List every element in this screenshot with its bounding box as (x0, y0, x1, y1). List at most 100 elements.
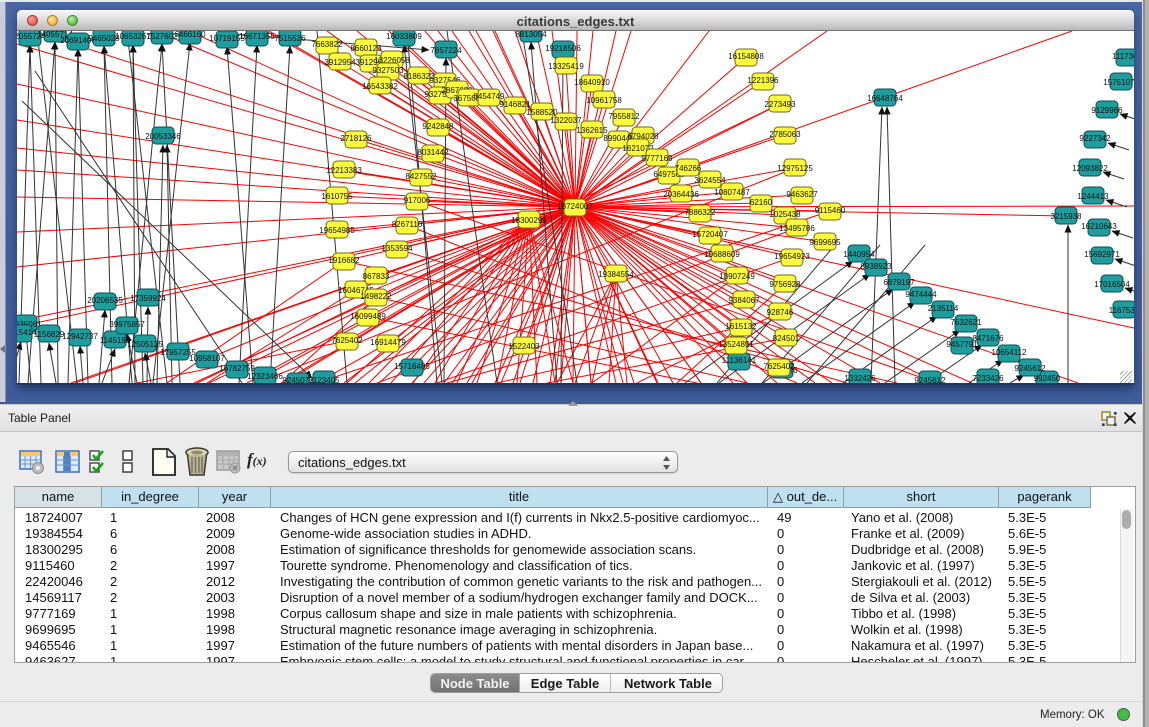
svg-text:19218506: 19218506 (545, 44, 581, 53)
svg-text:1353594: 1353594 (381, 244, 413, 253)
svg-text:19384554: 19384554 (598, 270, 634, 279)
svg-text:2273493: 2273493 (764, 100, 796, 109)
svg-text:1498222: 1498222 (360, 292, 392, 301)
svg-text:1145193: 1145193 (100, 336, 131, 345)
svg-text:1527602: 1527602 (146, 32, 178, 41)
svg-text:7625402: 7625402 (331, 336, 363, 345)
svg-text:12093822: 12093822 (1072, 164, 1108, 173)
svg-text:18640910: 18640910 (574, 78, 610, 87)
svg-text:8267110: 8267110 (392, 220, 423, 229)
svg-text:10807487: 10807487 (714, 188, 750, 197)
svg-text:9245612: 9245612 (914, 376, 946, 383)
svg-text:12975125: 12975125 (777, 164, 813, 173)
svg-text:12505135: 12505135 (127, 340, 163, 349)
svg-text:16099489: 16099489 (350, 312, 386, 321)
svg-text:11136141: 11136141 (722, 356, 757, 365)
svg-text:12942737: 12942737 (62, 332, 98, 341)
svg-text:746266: 746266 (675, 164, 702, 173)
svg-text:9227342: 9227342 (1079, 134, 1111, 143)
svg-text:1221396: 1221396 (747, 76, 779, 85)
svg-text:62160: 62160 (750, 198, 773, 207)
svg-text:1440954: 1440954 (843, 250, 875, 259)
svg-text:7663822: 7663822 (311, 40, 343, 49)
svg-text:9115460: 9115460 (815, 206, 846, 215)
svg-text:1156829: 1156829 (34, 330, 65, 339)
svg-text:7233426: 7233426 (972, 374, 1004, 383)
svg-text:1117304: 1117304 (1112, 52, 1134, 61)
svg-text:1610755: 1610755 (321, 192, 353, 201)
svg-text:16154808: 16154808 (728, 52, 764, 61)
svg-text:20206535: 20206535 (87, 296, 123, 305)
svg-text:9463627: 9463627 (786, 190, 818, 199)
svg-text:7857224: 7857224 (430, 46, 462, 55)
svg-text:16648764: 16648764 (867, 94, 903, 103)
svg-text:16543382: 16543382 (362, 82, 398, 91)
svg-text:20364436: 20364436 (663, 190, 699, 199)
svg-text:1322037: 1322037 (550, 116, 582, 125)
svg-text:1244413: 1244413 (1077, 192, 1109, 201)
svg-text:12323466: 12323466 (247, 372, 283, 381)
svg-text:15720407: 15720407 (692, 230, 728, 239)
svg-text:2785063: 2785063 (769, 130, 801, 139)
svg-text:7515526: 7515526 (274, 34, 306, 43)
svg-text:18300295: 18300295 (511, 216, 547, 225)
svg-text:18724007: 18724007 (557, 202, 593, 211)
svg-text:1916682: 1916682 (328, 256, 360, 265)
svg-text:8427552: 8427552 (405, 172, 437, 181)
svg-text:6879197: 6879197 (883, 278, 915, 287)
svg-text:16671355: 16671355 (239, 32, 275, 41)
svg-text:16033809: 16033809 (386, 32, 422, 41)
svg-text:8471676: 8471676 (972, 334, 1004, 343)
svg-text:3912954: 3912954 (324, 58, 356, 67)
svg-text:15692971: 15692971 (1084, 250, 1120, 259)
svg-text:9129966: 9129966 (1091, 106, 1123, 115)
svg-text:10688609: 10688609 (704, 250, 740, 259)
svg-text:9245612: 9245612 (1014, 364, 1046, 373)
svg-text:16210643: 16210643 (1081, 222, 1117, 231)
svg-text:19654985: 19654985 (319, 226, 355, 235)
svg-text:2718126: 2718126 (340, 134, 372, 143)
svg-text:6466160: 6466160 (174, 31, 206, 39)
svg-text:13524851: 13524851 (718, 340, 754, 349)
svg-text:867833: 867833 (363, 272, 390, 281)
svg-text:1167534: 1167534 (1109, 306, 1134, 315)
svg-text:7632621: 7632621 (950, 318, 982, 327)
svg-text:20053346: 20053346 (145, 132, 181, 141)
svg-text:39975857: 39975857 (109, 320, 145, 329)
svg-text:9474444: 9474444 (905, 290, 937, 299)
svg-text:9699695: 9699695 (809, 238, 841, 247)
svg-text:10961758: 10961758 (586, 96, 622, 105)
svg-text:9384067: 9384067 (728, 296, 760, 305)
svg-text:13495786: 13495786 (779, 224, 815, 233)
svg-text:16914479: 16914479 (370, 338, 406, 347)
svg-text:19654923: 19654923 (774, 252, 810, 261)
svg-text:7955812: 7955812 (608, 112, 640, 121)
svg-text:8813054: 8813054 (515, 31, 547, 39)
svg-text:1025438: 1025438 (769, 210, 801, 219)
svg-text:824501: 824501 (773, 334, 800, 343)
svg-text:17359924: 17359924 (130, 294, 166, 303)
svg-text:8123405: 8123405 (308, 376, 340, 383)
svg-text:928746: 928746 (767, 308, 794, 317)
svg-text:17016504: 17016504 (1094, 280, 1130, 289)
svg-text:3624554: 3624554 (694, 176, 726, 185)
svg-text:1615132: 1615132 (725, 322, 757, 331)
svg-text:8660123: 8660123 (350, 44, 382, 53)
svg-text:15751074: 15751074 (1103, 78, 1134, 87)
svg-text:7625402: 7625402 (763, 362, 795, 371)
svg-text:13325419: 13325419 (548, 62, 584, 71)
svg-text:15716485: 15716485 (394, 362, 430, 371)
svg-text:9327503: 9327503 (372, 66, 404, 75)
svg-text:8031442: 8031442 (417, 148, 449, 157)
svg-text:18907249: 18907249 (719, 272, 755, 281)
svg-text:9242848: 9242848 (422, 122, 454, 131)
svg-text:12213383: 12213383 (326, 166, 362, 175)
svg-text:2135114: 2135114 (928, 304, 959, 313)
svg-text:1332426: 1332426 (844, 374, 876, 383)
svg-text:10958107: 10958107 (189, 354, 225, 363)
svg-text:9777169: 9777169 (641, 154, 673, 163)
svg-text:10654112: 10654112 (992, 348, 1028, 357)
svg-text:7886322: 7886322 (684, 208, 716, 217)
svg-text:3215938: 3215938 (1050, 212, 1082, 221)
svg-text:1522403: 1522403 (508, 342, 540, 351)
